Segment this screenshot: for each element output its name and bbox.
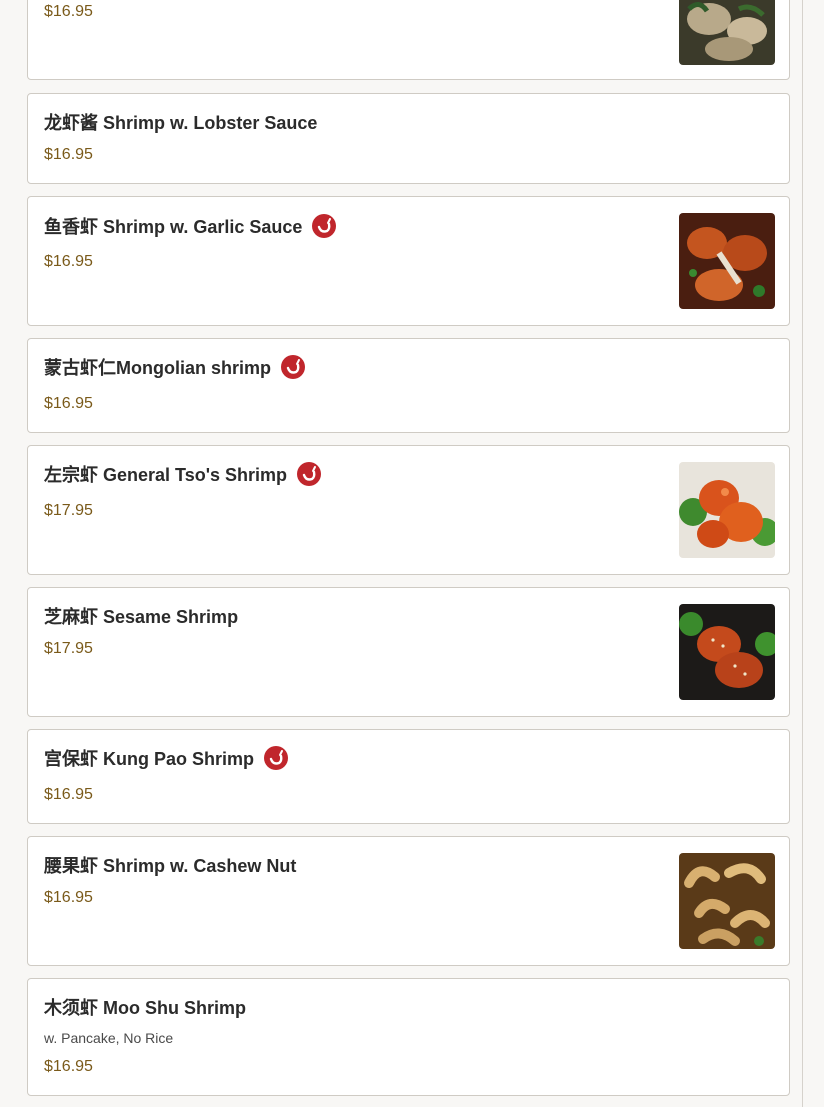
item-title: 鱼香虾 Shrimp w. Garlic Sauce [44, 217, 303, 237]
item-price: $16.95 [44, 253, 93, 270]
item-image[interactable] [679, 213, 775, 309]
item-price: $16.95 [44, 889, 93, 906]
item-title: 木须虾 Moo Shu Shrimp [44, 998, 246, 1018]
item-price: $17.95 [44, 502, 93, 519]
item-price: $16.95 [44, 146, 93, 163]
item-title: 芝麻虾 Sesame Shrimp [44, 607, 239, 627]
item-image[interactable] [679, 604, 775, 700]
menu-item-card[interactable]: 龙虾酱 Shrimp w. Lobster Sauce $16.95 [27, 93, 790, 184]
chili-pepper-icon [297, 462, 321, 486]
item-title: 龙虾酱 Shrimp w. Lobster Sauce [44, 113, 318, 133]
chili-pepper-icon [281, 355, 305, 379]
menu-item-card[interactable]: 木须虾 Moo Shu Shrimp w. Pancake, No Rice $… [27, 978, 790, 1096]
item-price: $16.95 [44, 3, 93, 20]
menu-item-card[interactable]: 鱼香虾 Shrimp w. Garlic Sauce $16.95 [27, 196, 790, 326]
item-price: $16.95 [44, 1058, 93, 1075]
item-price: $16.95 [44, 395, 93, 412]
menu-item-card[interactable]: 蒙古虾仁Mongolian shrimp $16.95 [27, 338, 790, 433]
menu-item-card[interactable]: 腰果虾 Shrimp w. Cashew Nut $16.95 [27, 836, 790, 966]
menu-item-card[interactable]: 宫保虾 Kung Pao Shrimp $16.95 [27, 729, 790, 824]
item-title: 蒙古虾仁Mongolian shrimp [44, 358, 271, 378]
item-image[interactable] [679, 0, 775, 65]
item-title: 宫保虾 Kung Pao Shrimp [44, 749, 255, 769]
menu-item-card[interactable]: 左宗虾 General Tso's Shrimp $17.95 [27, 445, 790, 575]
chili-pepper-icon [312, 214, 337, 238]
item-title: 左宗虾 General Tso's Shrimp [44, 465, 287, 485]
item-title: 腰果虾 Shrimp w. Cashew Nut [44, 856, 297, 876]
item-image[interactable] [679, 462, 775, 558]
menu-item-card[interactable]: 芝麻虾 Sesame Shrimp $17.95 [27, 587, 790, 717]
scrollbar-track[interactable] [802, 0, 803, 1107]
menu-item-card[interactable]: $16.95 [27, 0, 790, 80]
item-price: $17.95 [44, 640, 93, 657]
item-image[interactable] [679, 853, 775, 949]
item-price: $16.95 [44, 786, 93, 803]
item-description: w. Pancake, No Rice [44, 1030, 174, 1046]
chili-pepper-icon [264, 746, 289, 770]
